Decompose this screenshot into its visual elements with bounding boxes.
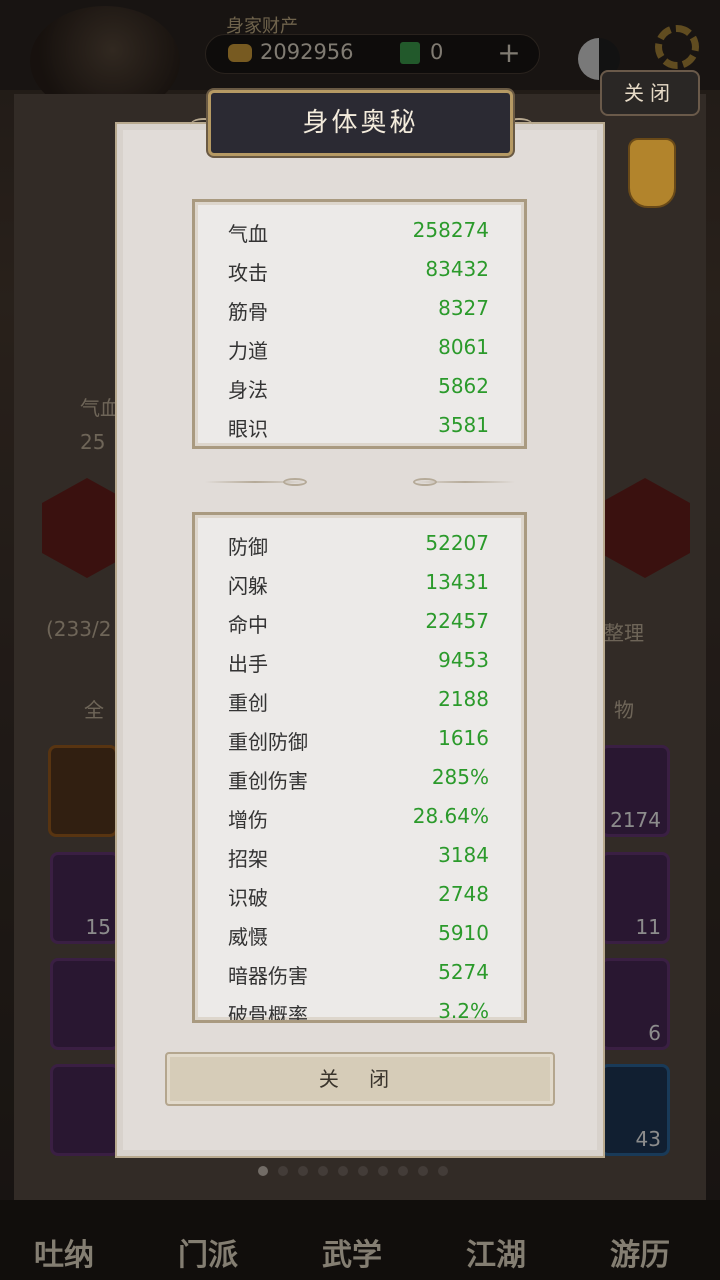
stat-name: 力道	[228, 339, 268, 363]
stat-row: 力道 8061	[195, 329, 524, 368]
stat-row: 身法 5862	[195, 368, 524, 407]
stat-row: 闪躲 13431	[195, 564, 524, 603]
stat-value: 22457	[425, 609, 489, 633]
stat-name: 攻击	[228, 261, 268, 285]
stat-value: 13431	[425, 570, 489, 594]
stat-row: 破骨概率 3.2%	[195, 993, 524, 1023]
stat-name: 暗器伤害	[228, 964, 308, 988]
stat-name: 出手	[228, 652, 268, 676]
stat-name: 气血	[228, 222, 268, 246]
stat-row: 增伤 28.64%	[195, 798, 524, 837]
stat-value: 8061	[438, 335, 489, 359]
stat-name: 防御	[228, 535, 268, 559]
stat-name: 重创伤害	[228, 769, 308, 793]
stat-row: 防御 52207	[195, 525, 524, 564]
stat-value: 285%	[431, 765, 489, 789]
stat-row: 筋骨 8327	[195, 290, 524, 329]
stat-value: 258274	[412, 218, 489, 242]
close-top-button[interactable]: 关闭	[600, 70, 700, 116]
stat-row: 识破 2748	[195, 876, 524, 915]
stat-row: 重创 2188	[195, 681, 524, 720]
section-divider	[205, 478, 515, 486]
stat-name: 重创防御	[228, 730, 308, 754]
stat-value: 1616	[438, 726, 489, 750]
stat-row: 重创防御 1616	[195, 720, 524, 759]
stat-value: 5910	[438, 921, 489, 945]
stat-value: 5862	[438, 374, 489, 398]
stat-value: 83432	[425, 257, 489, 281]
stat-name: 眼识	[228, 417, 268, 441]
stat-value: 9453	[438, 648, 489, 672]
stat-value: 3.2%	[438, 999, 489, 1023]
stat-row: 眼识 3581	[195, 407, 524, 446]
stat-name: 招架	[228, 847, 268, 871]
stat-name: 破骨概率	[228, 1003, 308, 1023]
stat-value: 3581	[438, 413, 489, 437]
stat-row: 命中 22457	[195, 603, 524, 642]
close-button[interactable]: 关 闭	[165, 1052, 555, 1106]
stat-name: 闪躲	[228, 574, 268, 598]
stat-row: 暗器伤害 5274	[195, 954, 524, 993]
lantern-icon[interactable]	[628, 138, 676, 208]
stat-value: 3184	[438, 843, 489, 867]
stat-row: 重创伤害 285%	[195, 759, 524, 798]
stat-name: 威慑	[228, 925, 268, 949]
stat-name: 增伤	[228, 808, 268, 832]
stat-value: 28.64%	[412, 804, 489, 828]
stat-row: 出手 9453	[195, 642, 524, 681]
stat-row: 气血 258274	[195, 212, 524, 251]
dialog-title: 身体奥秘	[208, 90, 513, 156]
stat-row: 招架 3184	[195, 837, 524, 876]
stat-value: 8327	[438, 296, 489, 320]
stat-name: 重创	[228, 691, 268, 715]
stat-name: 识破	[228, 886, 268, 910]
stat-name: 筋骨	[228, 300, 268, 324]
stat-value: 52207	[425, 531, 489, 555]
stat-row: 攻击 83432	[195, 251, 524, 290]
secondary-stats-box[interactable]: 防御 52207 闪躲 13431 命中 22457 出手 9453 重创 21…	[192, 512, 527, 1023]
stat-value: 2188	[438, 687, 489, 711]
stat-name: 命中	[228, 613, 268, 637]
primary-stats-box: 气血 258274 攻击 83432 筋骨 8327 力道 8061 身法 58…	[192, 199, 527, 449]
stat-row: 威慑 5910	[195, 915, 524, 954]
stat-name: 身法	[228, 378, 268, 402]
stat-value: 2748	[438, 882, 489, 906]
stat-value: 5274	[438, 960, 489, 984]
